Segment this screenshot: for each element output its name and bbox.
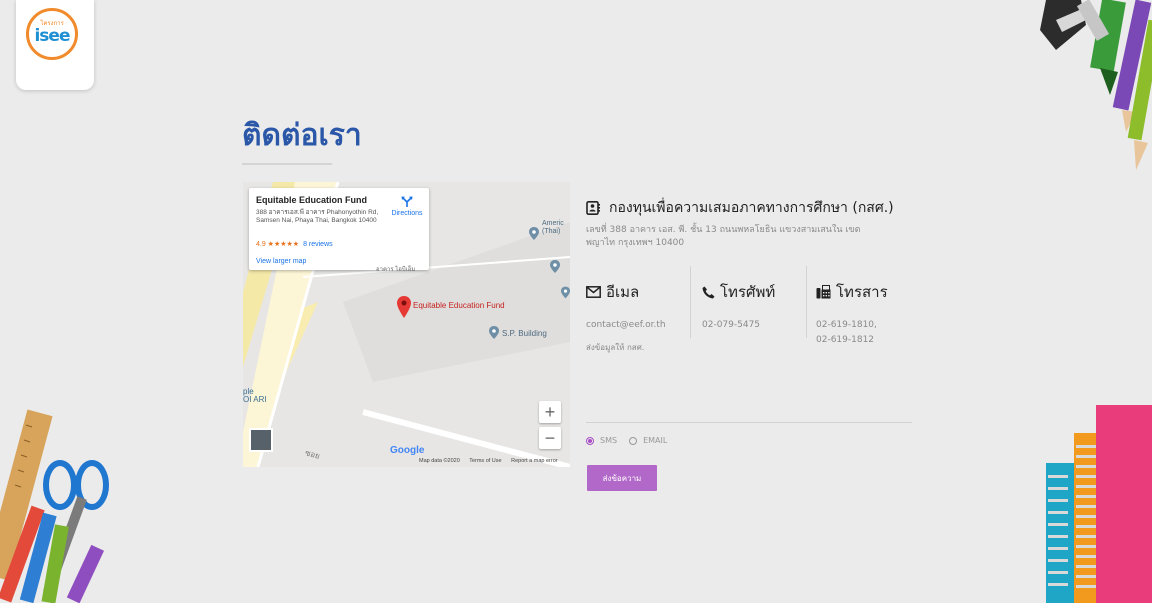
america-label: Americ (Thai) [542,220,564,236]
fax-heading: โทรสาร [816,280,888,304]
place-address: 388 อาคารเอส.พี อาคาร Phahonyothin Rd, S… [256,209,379,224]
email-label: อีเมล [606,283,640,301]
contact-page: โครงการ isee ติดต่อเรา Equitable Educati… [0,0,1152,603]
place-info-card: Equitable Education Fund 388 อาคารเอส.พี… [249,188,429,270]
sp-building-label: S.P. Building [502,329,547,338]
radio-sms-label[interactable]: SMS [600,436,617,445]
channel-radio-group: SMS EMAIL [586,436,679,445]
place-marker-icon [550,260,560,273]
google-logo: Google [390,445,424,456]
zoom-in-button[interactable]: + [539,401,561,423]
stationery-decoration-top [1040,0,1152,170]
send-message-button[interactable]: ส่งข้อความ [587,465,657,491]
map-data-text: Map data ©2020 [419,458,460,464]
fax-value: 02-619-1810, 02-619-1812 [816,318,888,348]
google-logo-text: Google [390,445,425,456]
logo-card[interactable]: โครงการ isee [16,0,94,90]
email-column: อีเมล contact@eef.or.th [586,280,666,333]
map-footer: Map data ©2020 Terms of Use Report a map… [419,458,566,464]
radio-email[interactable] [629,436,638,445]
zoom-out-button[interactable]: − [539,427,561,449]
organization-heading: กองทุนเพื่อความเสมอภาคทางการศึกษา (กสศ.) [586,197,894,219]
phone-icon [702,286,715,298]
ari-label: ple OI ARI [243,387,267,404]
place-marker-icon [529,227,539,240]
fax-label: โทรสาร [836,283,888,301]
road-label: อาคาร ไอบีเอ็ม [376,267,416,273]
email-value[interactable]: contact@eef.or.th [586,318,666,333]
form-divider [586,422,912,423]
organization-name: กองทุนเพื่อความเสมอภาคทางการศึกษา (กสศ.) [609,200,894,216]
map-pin-icon[interactable] [397,296,411,318]
contact-card-icon [586,201,600,215]
envelope-icon [586,286,601,298]
radio-email-label[interactable]: EMAIL [643,436,667,445]
rating-stars: 4.9 ★★★★★ [256,241,300,248]
terms-link[interactable]: Terms of Use [469,458,501,464]
email-heading: อีเมล [586,280,666,304]
fax-column: โทรสาร 02-619-1810, 02-619-1812 [816,280,888,348]
place-rating: 4.9 ★★★★★ 8 reviews [256,240,333,248]
reviews-link[interactable]: 8 reviews [303,241,333,248]
phone-column: โทรศัพท์ 02-079-5475 [702,280,775,333]
send-info-text: ส่งข้อมูลให้ กสศ. [586,343,645,352]
column-divider [690,266,691,338]
thai-text: (Thai) [542,228,561,235]
fax-value-2: 02-619-1812 [816,335,875,345]
page-title: ติดต่อเรา [242,118,362,153]
view-larger-map-link[interactable]: View larger map [256,258,306,265]
notebook-decoration-bottom-right [1046,405,1152,603]
phone-heading: โทรศัพท์ [702,280,775,304]
place-title: Equitable Education Fund [256,195,367,205]
directions-button[interactable]: Directions [387,196,427,217]
america-text: Americ [542,220,564,227]
column-divider [806,266,807,338]
directions-label: Directions [391,210,423,217]
report-error-link[interactable]: Report a map error [511,458,557,464]
isee-logo: โครงการ isee [26,8,78,60]
place-marker-icon [561,286,570,299]
title-underline [242,163,332,165]
fax-value-1: 02-619-1810, [816,320,877,330]
phone-value[interactable]: 02-079-5475 [702,318,775,333]
organization-address: เลขที่ 388 อาคาร เอส. พี. ชั้น 13 ถนนพหล… [586,225,861,248]
radio-sms[interactable] [586,436,594,445]
satellite-toggle-thumbnail[interactable] [249,428,273,452]
stationery-decoration-bottom-left [0,409,109,603]
google-map[interactable]: Equitable Education Fund 388 อาคารเอส.พี… [243,182,570,467]
directions-icon [401,196,413,207]
phone-label: โทรศัพท์ [720,283,776,301]
place-marker-icon [489,326,499,339]
logo-text: isee [34,26,70,46]
fax-icon [816,285,831,299]
map-pin-label: Equitable Education Fund [413,301,505,310]
